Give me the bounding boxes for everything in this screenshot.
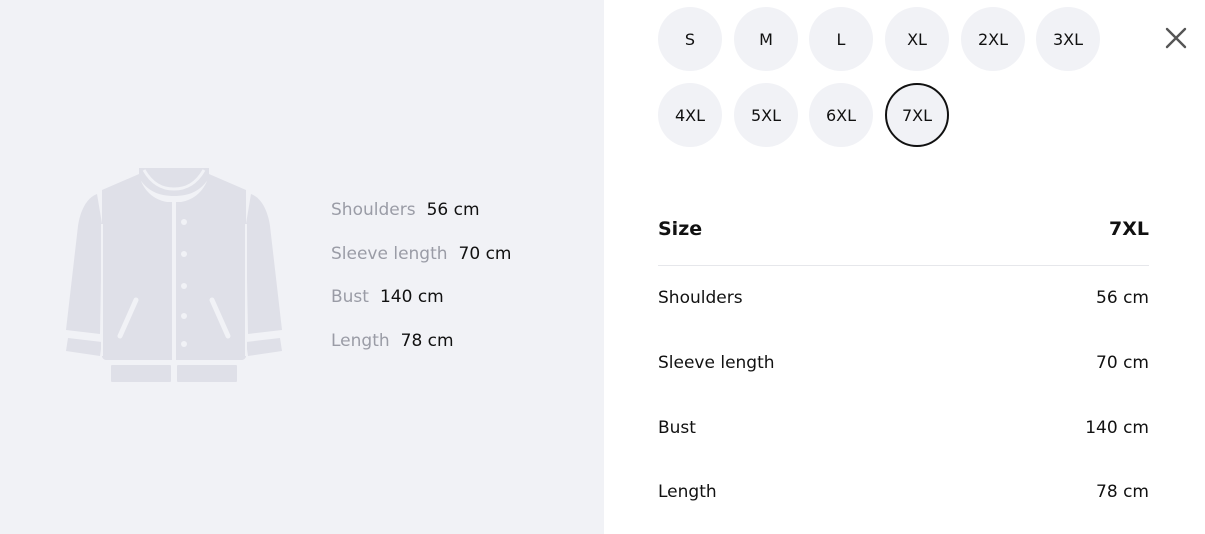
table-row-label: Sleeve length [658, 353, 775, 374]
measurements-summary: Shoulders 56 cm Sleeve length 70 cm Bust… [331, 199, 512, 373]
measurement-label: Bust [331, 287, 369, 307]
size-option-2xl[interactable]: 2XL [961, 7, 1025, 71]
table-row-value: 56 cm [1096, 288, 1149, 309]
table-row: Sleeve length 70 cm [658, 331, 1149, 396]
measurement-shoulders: Shoulders 56 cm [331, 199, 512, 243]
size-option-4xl[interactable]: 4XL [658, 83, 722, 147]
measurement-label: Sleeve length [331, 243, 448, 264]
table-row-label: Bust [658, 417, 696, 438]
measurement-sleeve-length: Sleeve length 70 cm [331, 243, 512, 287]
size-option-6xl[interactable]: 6XL [809, 83, 873, 147]
measurement-label: Length [331, 330, 390, 351]
table-row: Length 78 cm [658, 460, 1149, 525]
size-table-header: Size 7XL [658, 207, 1149, 266]
size-option-l[interactable]: L [809, 7, 873, 71]
size-table-header-value: 7XL [1109, 218, 1149, 240]
table-row-label: Shoulders [658, 288, 743, 309]
measurement-length: Length 78 cm [331, 330, 512, 374]
measurement-value: 56 cm [426, 200, 480, 220]
size-guide-modal: Shoulders 56 cm Sleeve length 70 cm Bust… [0, 0, 1205, 534]
close-icon [1165, 27, 1187, 49]
size-table-header-label: Size [658, 218, 703, 240]
measurement-bust: Bust 140 cm [331, 286, 512, 330]
size-table: Size 7XL Shoulders 56 cm Sleeve length 7… [658, 207, 1149, 525]
table-row-label: Length [658, 482, 717, 503]
table-row-value: 70 cm [1096, 353, 1149, 374]
close-button[interactable] [1160, 22, 1192, 54]
table-row-value: 140 cm [1085, 417, 1149, 438]
size-option-xl[interactable]: XL [885, 7, 949, 71]
table-row: Bust 140 cm [658, 395, 1149, 460]
size-option-7xl[interactable]: 7XL [885, 83, 949, 147]
measurement-label: Shoulders [331, 200, 416, 220]
size-option-5xl[interactable]: 5XL [734, 83, 798, 147]
size-option-s[interactable]: S [658, 7, 722, 71]
table-row-value: 78 cm [1096, 482, 1149, 503]
measurement-value: 78 cm [400, 330, 454, 351]
size-selector-panel: S M L XL 2XL 3XL 4XL 5XL 6XL 7XL Size 7X… [604, 0, 1205, 534]
product-preview-panel: Shoulders 56 cm Sleeve length 70 cm Bust… [0, 0, 604, 534]
table-row: Shoulders 56 cm [658, 266, 1149, 331]
measurement-value: 140 cm [379, 287, 444, 307]
size-option-3xl[interactable]: 3XL [1036, 7, 1100, 71]
measurement-value: 70 cm [458, 243, 512, 264]
jacket-icon [66, 168, 282, 382]
size-option-m[interactable]: M [734, 7, 798, 71]
